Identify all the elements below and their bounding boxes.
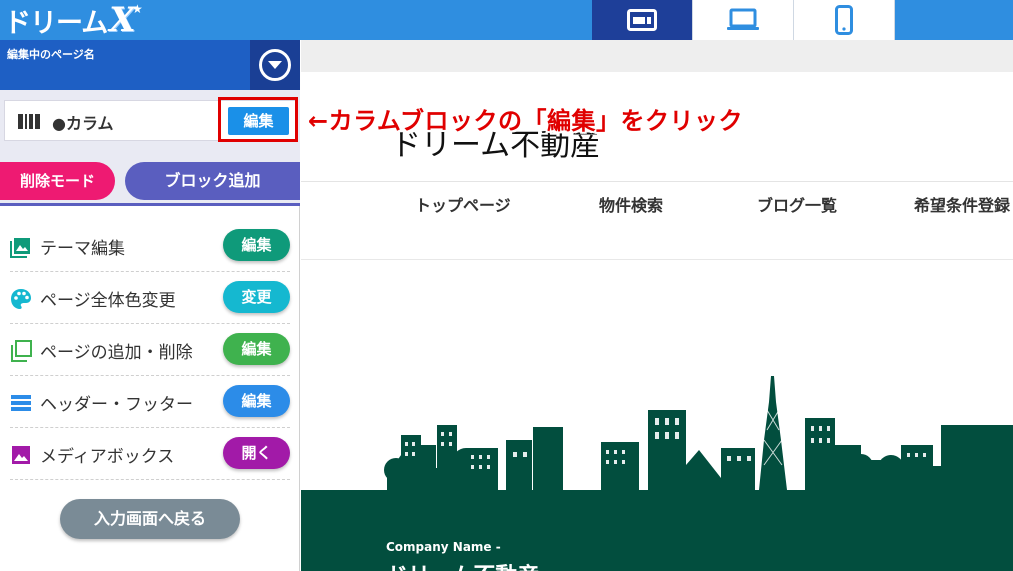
mode-row: 削除モード ブロック追加 — [0, 160, 300, 206]
smartphone-icon — [835, 5, 853, 35]
add-block-button[interactable]: ブロック追加 — [125, 162, 300, 200]
nav-item-top[interactable]: トップページ — [415, 192, 511, 216]
image-icon — [10, 238, 30, 258]
logo-star-icon: ★ — [132, 2, 143, 16]
pages-icon — [11, 340, 32, 362]
menu-item-header-footer: ヘッダー・フッター 編集 — [10, 376, 290, 428]
device-preview-tabs — [592, 0, 895, 40]
palette-icon — [11, 289, 31, 309]
editor-sidebar: 編集中のページ名 ●カラム 編集 削除モード ブロック追加 テーマ編集 編集 ペ… — [0, 40, 300, 571]
block-name: ●カラム — [52, 114, 114, 133]
menu-item-pages: ページの追加・削除 編集 — [10, 324, 290, 376]
media-open-button[interactable]: 開く — [223, 437, 290, 469]
block-row: ●カラム 編集 — [0, 90, 300, 160]
page-color-change-button[interactable]: 変更 — [223, 281, 290, 313]
company-name-label: Company Name - — [386, 540, 501, 554]
delete-mode-button[interactable]: 削除モード — [0, 162, 115, 200]
nav-item-conditions[interactable]: 希望条件登録 — [914, 192, 1010, 216]
header-footer-icon — [11, 395, 31, 411]
tab-tablet-landscape[interactable] — [592, 0, 693, 40]
nav-item-blog[interactable]: ブログ一覧 — [757, 192, 837, 216]
menu-label: ヘッダー・フッター — [40, 395, 193, 415]
page-name-label: 編集中のページ名 — [7, 48, 95, 61]
instruction-annotation: ←カラムブロックの「編集」をクリック — [308, 107, 743, 135]
top-bar: ドリーム X ★ — [0, 0, 1013, 40]
media-icon — [12, 446, 30, 464]
menu-item-media: メディアボックス 開く — [10, 428, 290, 480]
site-nav: トップページ 物件検索 ブログ一覧 希望条件登録 — [301, 182, 1013, 260]
menu-item-page-color: ページ全体色変更 変更 — [10, 272, 290, 324]
menu-label: ページの追加・削除 — [40, 343, 193, 363]
app-logo: ドリーム X ★ — [4, 0, 143, 40]
logo-mark: X — [109, 0, 135, 40]
column-block-edit-button[interactable]: 編集 — [228, 107, 289, 135]
theme-edit-button[interactable]: 編集 — [223, 229, 290, 261]
settings-menu: テーマ編集 編集 ページ全体色変更 変更 ページの追加・削除 編集 ヘッダー・フ… — [10, 220, 290, 480]
menu-label: メディアボックス — [40, 447, 175, 467]
pages-edit-button[interactable]: 編集 — [223, 333, 290, 365]
logo-text: ドリーム — [4, 7, 108, 39]
nav-item-search[interactable]: 物件検索 — [599, 192, 663, 216]
header-footer-edit-button[interactable]: 編集 — [223, 385, 290, 417]
back-to-input-button[interactable]: 入力画面へ戻る — [60, 499, 240, 539]
preview-top-band — [301, 40, 1013, 72]
company-title: ドリーム不動産 — [386, 558, 539, 571]
tab-laptop[interactable] — [693, 0, 794, 40]
page-name-bar: 編集中のページ名 — [0, 40, 300, 90]
tab-smartphone[interactable] — [794, 0, 895, 40]
column-block-icon — [18, 114, 40, 129]
menu-label: テーマ編集 — [40, 239, 125, 259]
chevron-down-icon — [259, 49, 291, 81]
page-select-dropdown[interactable] — [250, 40, 300, 90]
laptop-icon — [727, 8, 759, 30]
menu-label: ページ全体色変更 — [40, 291, 176, 311]
menu-item-theme: テーマ編集 編集 — [10, 220, 290, 272]
tablet-landscape-icon — [627, 9, 657, 31]
